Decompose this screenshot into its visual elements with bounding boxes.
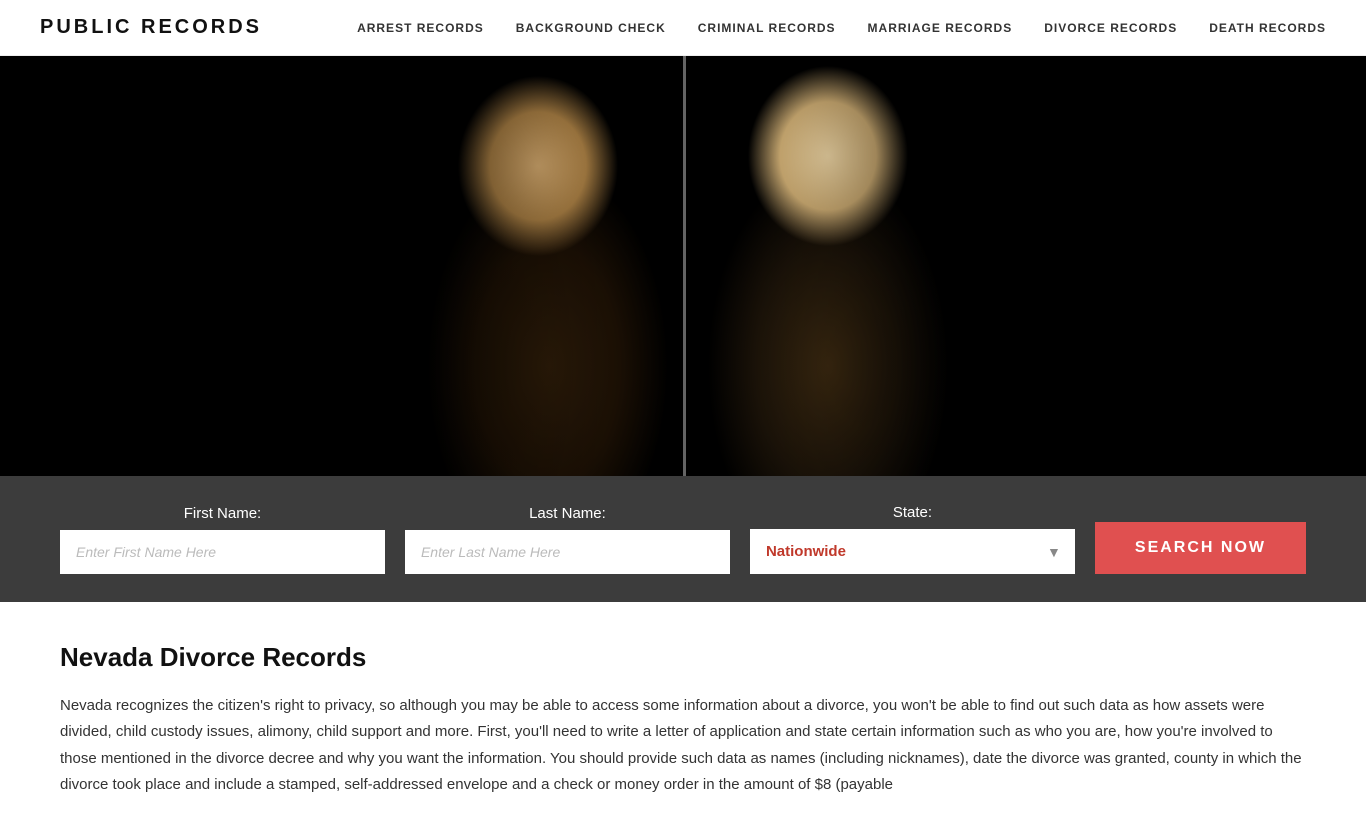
hero-image xyxy=(393,56,973,476)
state-label: State: xyxy=(750,504,1075,521)
nav-background-check[interactable]: BACKGROUND CHECK xyxy=(516,21,666,35)
nav-marriage-records[interactable]: MARRIAGE RECORDS xyxy=(868,21,1013,35)
nav-criminal-records[interactable]: CRIMINAL RECORDS xyxy=(698,21,836,35)
first-name-input[interactable] xyxy=(60,530,385,574)
last-name-label: Last Name: xyxy=(405,505,730,522)
site-header: PUBLIC RECORDS ARREST RECORDS BACKGROUND… xyxy=(0,0,1366,56)
hero-person-left xyxy=(393,56,683,476)
hero-divider xyxy=(683,56,686,476)
nav-divorce-records[interactable]: DIVORCE RECORDS xyxy=(1044,21,1177,35)
state-field: State: NationwideAlabamaAlaskaArizonaArk… xyxy=(750,504,1075,574)
nav-arrest-records[interactable]: ARREST RECORDS xyxy=(357,21,484,35)
main-nav: ARREST RECORDS BACKGROUND CHECK CRIMINAL… xyxy=(357,21,1326,35)
search-bar: First Name: Last Name: State: Nationwide… xyxy=(0,476,1366,602)
hero-section xyxy=(0,56,1366,476)
first-name-label: First Name: xyxy=(60,505,385,522)
main-content: Nevada Divorce Records Nevada recognizes… xyxy=(0,602,1366,838)
search-now-button[interactable]: SEARCH NOW xyxy=(1095,522,1306,574)
content-body: Nevada recognizes the citizen's right to… xyxy=(60,693,1306,798)
nav-death-records[interactable]: DEATH RECORDS xyxy=(1209,21,1326,35)
state-select-wrapper: NationwideAlabamaAlaskaArizonaArkansasCa… xyxy=(750,529,1075,574)
page-title: Nevada Divorce Records xyxy=(60,642,1306,673)
hero-person-right xyxy=(683,56,973,476)
last-name-input[interactable] xyxy=(405,530,730,574)
site-logo[interactable]: PUBLIC RECORDS xyxy=(40,16,262,39)
state-select[interactable]: NationwideAlabamaAlaskaArizonaArkansasCa… xyxy=(750,529,1075,574)
first-name-field: First Name: xyxy=(60,505,385,574)
last-name-field: Last Name: xyxy=(405,505,730,574)
